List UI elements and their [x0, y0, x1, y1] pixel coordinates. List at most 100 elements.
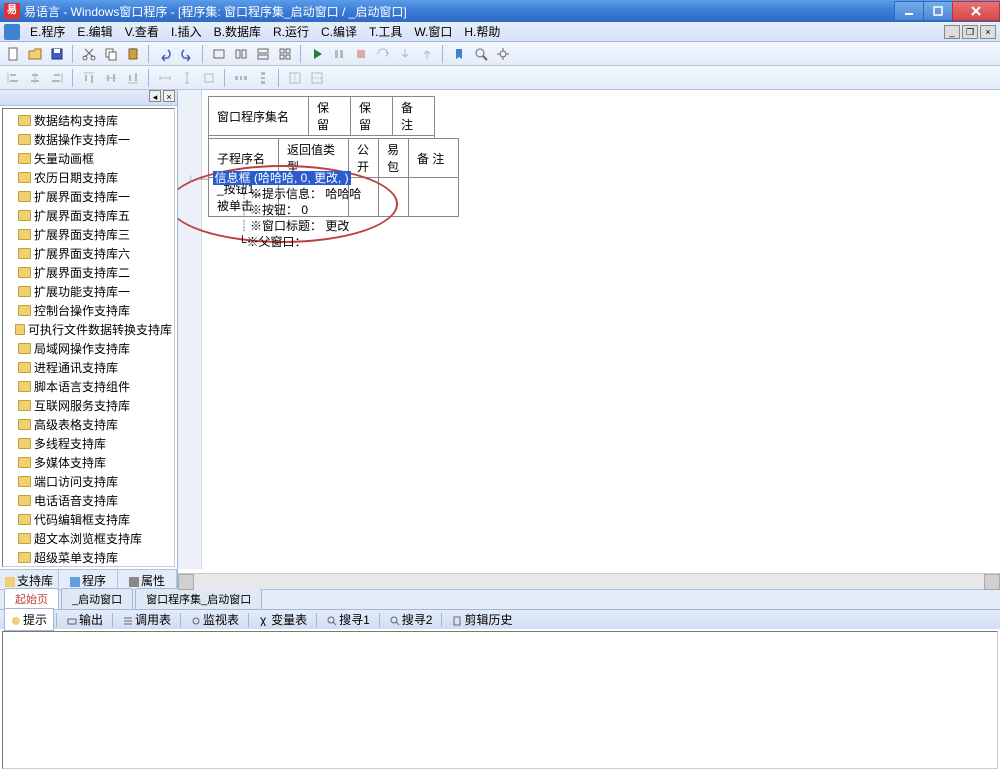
new-button[interactable] — [3, 44, 23, 64]
find-button[interactable] — [471, 44, 491, 64]
code-editor[interactable]: 窗口程序集名 保 留 保 留 备 注 窗口程序集_启动窗口 子程序名 返回值类型… — [178, 90, 1000, 589]
tree-node[interactable]: 局域网操作支持库 — [3, 339, 174, 358]
mdi-restore-button[interactable]: ❐ — [962, 25, 978, 39]
param-label: ※提示信息： — [250, 187, 322, 201]
folder-icon — [18, 229, 31, 240]
maximize-button[interactable] — [923, 1, 953, 21]
close-button[interactable] — [952, 1, 1000, 21]
folder-icon — [18, 495, 31, 506]
sidebar-tab-libs[interactable]: 支持库 — [0, 570, 59, 589]
menu-edit[interactable]: E.编辑 — [71, 21, 118, 42]
btab-watch[interactable]: 监视表 — [184, 608, 246, 631]
tree-node[interactable]: 端口访问支持库 — [3, 472, 174, 491]
tree-node[interactable]: 数据结构支持库 — [3, 111, 174, 130]
tree-node[interactable]: 扩展功能支持库一 — [3, 282, 174, 301]
tree-node[interactable]: 多线程支持库 — [3, 434, 174, 453]
tree-node[interactable]: 超级菜单支持库 — [3, 548, 174, 567]
output-panel[interactable] — [2, 631, 998, 769]
code-block[interactable]: ↓ — 信息框 (哈哈哈, 0, 更改, ) ┊※提示信息： 哈哈哈 ┊※按钮：… — [188, 170, 361, 250]
tree-node[interactable]: 多媒体支持库 — [3, 453, 174, 472]
run-button[interactable] — [307, 44, 327, 64]
param-label: ※父窗口： — [247, 235, 307, 249]
code-highlight: 信息框 (哈哈哈, 0, 更改, ) — [213, 171, 351, 185]
tree-node[interactable]: 数据操作支持库一 — [3, 130, 174, 149]
btab-search1[interactable]: 搜寻1 — [320, 608, 377, 631]
save-button[interactable] — [47, 44, 67, 64]
paste-button[interactable] — [123, 44, 143, 64]
param-label: ※窗口标题： — [250, 219, 322, 233]
menu-tools[interactable]: T.工具 — [363, 21, 408, 42]
library-tree[interactable]: 数据结构支持库数据操作支持库一矢量动画框农历日期支持库扩展界面支持库一扩展界面支… — [2, 108, 175, 567]
cut-button[interactable] — [79, 44, 99, 64]
sidebar: ◂ × 数据结构支持库数据操作支持库一矢量动画框农历日期支持库扩展界面支持库一扩… — [0, 90, 178, 589]
tree-node[interactable]: 互联网服务支持库 — [3, 396, 174, 415]
tree-node[interactable]: 矢量动画框 — [3, 149, 174, 168]
menu-help[interactable]: H.帮助 — [458, 21, 506, 42]
tree-label: 数据结构支持库 — [34, 112, 118, 129]
tree-label: 多线程支持库 — [34, 435, 106, 452]
btab-cliphist[interactable]: 剪辑历史 — [445, 608, 519, 631]
tree-label: 控制台操作支持库 — [34, 302, 130, 319]
tool-c-button[interactable] — [253, 44, 273, 64]
tree-node[interactable]: 扩展界面支持库五 — [3, 206, 174, 225]
tree-node[interactable]: 脚本语言支持组件 — [3, 377, 174, 396]
tree-node[interactable]: 代码编辑框支持库 — [3, 510, 174, 529]
redo-button[interactable] — [177, 44, 197, 64]
btab-search2[interactable]: 搜寻2 — [383, 608, 440, 631]
btab-output[interactable]: 输出 — [60, 608, 110, 631]
btab-calltable[interactable]: 调用表 — [116, 608, 178, 631]
copy-button[interactable] — [101, 44, 121, 64]
pause-button — [329, 44, 349, 64]
table-header: 保 留 — [351, 97, 393, 136]
menu-database[interactable]: B.数据库 — [208, 21, 267, 42]
table-header: 备 注 — [409, 139, 459, 178]
tab-start[interactable]: 起始页 — [4, 588, 59, 609]
folder-icon — [18, 552, 31, 563]
tree-node[interactable]: 扩展界面支持库一 — [3, 187, 174, 206]
tree-label: 矢量动画框 — [34, 150, 94, 167]
tree-node[interactable]: 扩展界面支持库三 — [3, 225, 174, 244]
folder-icon — [18, 514, 31, 525]
step-over-button — [373, 44, 393, 64]
settings-button[interactable] — [493, 44, 513, 64]
tab-moduleset[interactable]: 窗口程序集_启动窗口 — [135, 588, 262, 609]
tree-node[interactable]: 扩展界面支持库二 — [3, 263, 174, 282]
mdi-close-button[interactable]: × — [980, 25, 996, 39]
bookmark-button[interactable] — [449, 44, 469, 64]
scroll-left-button[interactable] — [178, 574, 194, 590]
menu-window[interactable]: W.窗口 — [408, 21, 458, 42]
tool-b-button[interactable] — [231, 44, 251, 64]
tool-d-button[interactable] — [275, 44, 295, 64]
editor-hscroll[interactable] — [178, 573, 1000, 589]
tree-node[interactable]: 超文本浏览框支持库 — [3, 529, 174, 548]
menu-run[interactable]: R.运行 — [267, 21, 315, 42]
menu-program[interactable]: E.程序 — [24, 21, 71, 42]
undo-button[interactable] — [155, 44, 175, 64]
tab-startwin[interactable]: _启动窗口 — [61, 588, 133, 609]
folder-icon — [18, 210, 31, 221]
tree-node[interactable]: 控制台操作支持库 — [3, 301, 174, 320]
menu-compile[interactable]: C.编译 — [315, 21, 363, 42]
tree-node[interactable]: 可执行文件数据转换支持库 — [3, 320, 174, 339]
minimize-button[interactable] — [894, 1, 924, 21]
tree-node[interactable]: 扩展界面支持库六 — [3, 244, 174, 263]
tree-node[interactable]: 进程通讯支持库 — [3, 358, 174, 377]
folder-icon — [18, 419, 31, 430]
tool-a-button[interactable] — [209, 44, 229, 64]
tree-node[interactable]: 高级表格支持库 — [3, 415, 174, 434]
btab-hint[interactable]: 提示 — [4, 608, 54, 631]
btab-vars[interactable]: χ变量表 — [252, 608, 314, 631]
tree-label: 扩展界面支持库六 — [34, 245, 130, 262]
menu-view[interactable]: V.查看 — [119, 21, 165, 42]
sidebar-left-button[interactable]: ◂ — [149, 90, 161, 102]
folder-icon — [18, 248, 31, 259]
mdi-minimize-button[interactable]: _ — [944, 25, 960, 39]
menu-insert[interactable]: I.插入 — [165, 21, 208, 42]
sidebar-tab-program[interactable]: 程序 — [59, 570, 118, 589]
scroll-right-button[interactable] — [984, 574, 1000, 590]
sidebar-tab-props[interactable]: 属性 — [118, 570, 177, 589]
open-button[interactable] — [25, 44, 45, 64]
tree-node[interactable]: 农历日期支持库 — [3, 168, 174, 187]
sidebar-close-button[interactable]: × — [163, 90, 175, 102]
tree-node[interactable]: 电话语音支持库 — [3, 491, 174, 510]
